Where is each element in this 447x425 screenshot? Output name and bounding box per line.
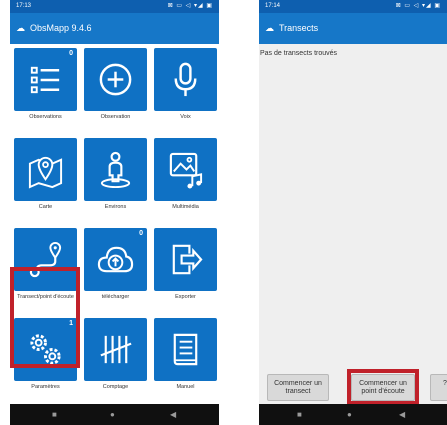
tile-observations-label: Observations <box>29 114 62 120</box>
add-circle-icon <box>99 63 132 96</box>
highlight-box-transect-tile <box>10 267 80 368</box>
tile-environs-square <box>84 138 147 201</box>
recents-icon[interactable]: ■ <box>297 410 302 419</box>
back-icon[interactable]: ◀ <box>399 410 405 419</box>
observations-count-badge: 0 <box>69 50 73 57</box>
recents-icon[interactable]: ■ <box>52 410 57 419</box>
tile-multimedia[interactable]: Multimédia <box>152 138 219 224</box>
tile-comptage[interactable]: Comptage <box>82 318 149 404</box>
app-bar: ☁ Transects <box>259 13 447 44</box>
export-icon <box>172 244 203 275</box>
tile-observation[interactable]: Observation <box>82 48 149 134</box>
back-icon[interactable]: ◀ <box>170 410 176 419</box>
tile-comptage-label: Comptage <box>102 384 129 390</box>
tile-voix-square <box>154 48 217 111</box>
tally-icon <box>100 335 132 364</box>
cloud-logo-icon: ☁ <box>16 23 25 33</box>
status-time: 17:13 <box>16 3 32 9</box>
cloud-upload-icon <box>97 246 134 273</box>
tile-multimedia-label: Multimédia <box>172 204 199 210</box>
highlight-box-point-button <box>347 369 419 405</box>
app-bar: ☁ ObsMapp 9.4.6 <box>10 13 219 44</box>
tile-telecharger[interactable]: 0 télécharger <box>82 228 149 314</box>
menu-grid: 0 Observations Observation Voix Carte En… <box>10 44 219 404</box>
tile-voix[interactable]: Voix <box>152 48 219 134</box>
home-icon[interactable]: ● <box>110 410 115 419</box>
tile-voix-label: Voix <box>180 114 191 120</box>
tile-manuel-square <box>154 318 217 381</box>
tile-parametres-label: Paramètres <box>31 384 60 390</box>
status-time: 17:14 <box>265 3 281 9</box>
app-title: Transects <box>279 23 319 33</box>
tile-carte[interactable]: Carte <box>12 138 79 224</box>
tile-multimedia-square <box>154 138 217 201</box>
book-icon <box>173 333 198 366</box>
tile-environs[interactable]: Environs <box>82 138 149 224</box>
third-action-button[interactable]: ? <box>430 374 447 401</box>
tile-telecharger-label: télécharger <box>101 294 130 300</box>
tile-comptage-square <box>84 318 147 381</box>
tile-carte-square <box>14 138 77 201</box>
status-icons: ⊠ ▭ ◁ ▾◢ ▣ <box>395 3 441 9</box>
cloud-logo-icon: ☁ <box>265 23 274 33</box>
image-music-icon <box>169 152 203 189</box>
status-icons: ⊠ ▭ ◁ ▾◢ ▣ <box>167 3 213 9</box>
tile-observations-square: 0 <box>14 48 77 111</box>
microphone-icon <box>174 62 197 97</box>
start-transect-button[interactable]: Commencer un transect <box>267 374 329 401</box>
tile-carte-label: Carte <box>38 204 53 210</box>
person-location-icon <box>100 151 131 189</box>
tile-observation-label: Observation <box>100 114 131 120</box>
list-icon <box>30 66 60 94</box>
tile-observation-square <box>84 48 147 111</box>
tile-telecharger-square: 0 <box>84 228 147 291</box>
android-nav-bar: ■ ● ◀ <box>10 404 219 425</box>
status-bar: 17:13 ⊠ ▭ ◁ ▾◢ ▣ <box>10 0 219 13</box>
status-bar: 17:14 ⊠ ▭ ◁ ▾◢ ▣ <box>259 0 447 13</box>
home-icon[interactable]: ● <box>347 410 352 419</box>
phone-screen-main-menu: 17:13 ⊠ ▭ ◁ ▾◢ ▣ ☁ ObsMapp 9.4.6 0 Obser… <box>10 0 219 425</box>
map-marker-icon <box>28 156 63 189</box>
empty-transects-message: Pas de transects trouvés <box>260 50 338 57</box>
tile-environs-label: Environs <box>104 204 127 210</box>
tile-manuel[interactable]: Manuel <box>152 318 219 404</box>
tile-observations[interactable]: 0 Observations <box>12 48 79 134</box>
tile-exporter[interactable]: Exporter <box>152 228 219 314</box>
tile-exporter-square <box>154 228 217 291</box>
telecharger-count-badge: 0 <box>139 230 143 237</box>
tile-manuel-label: Manuel <box>176 384 195 390</box>
phone-screen-transects: 17:14 ⊠ ▭ ◁ ▾◢ ▣ ☁ Transects Pas de tran… <box>259 0 447 425</box>
android-nav-bar: ■ ● ◀ <box>259 404 447 425</box>
app-title: ObsMapp 9.4.6 <box>30 23 92 33</box>
tile-exporter-label: Exporter <box>175 294 196 300</box>
